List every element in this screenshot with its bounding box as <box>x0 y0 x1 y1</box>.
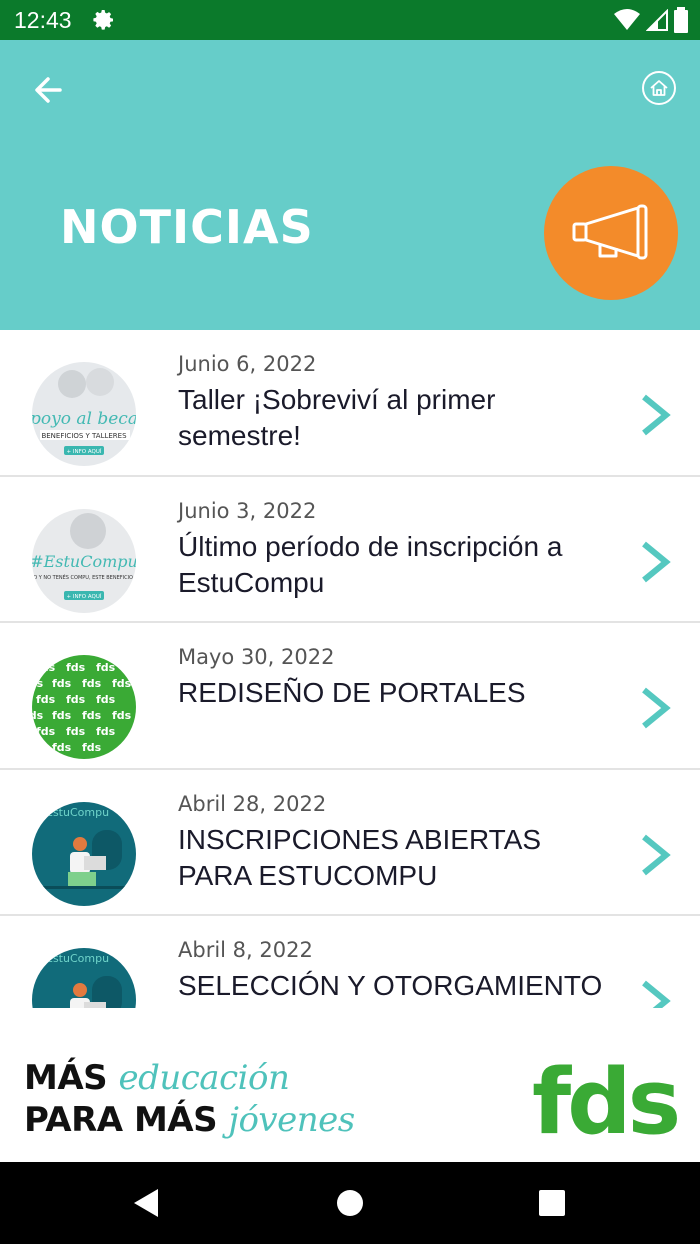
thumb-text: #EstuCompu <box>32 552 136 571</box>
news-thumbnail: EstuCompu <box>32 948 136 1008</box>
svg-text:fds: fds <box>82 741 102 754</box>
svg-text:fds: fds <box>112 709 132 722</box>
thumb-text: fds <box>36 661 56 674</box>
chevron-right-icon[interactable] <box>638 392 674 438</box>
header: NOTICIAS <box>0 40 700 330</box>
thumb-text: EstuCompu <box>46 806 109 819</box>
megaphone-badge <box>544 166 678 300</box>
fds-logo: fds <box>532 1050 681 1155</box>
slogan-line-1: MÁS educación <box>24 1058 290 1098</box>
svg-text:fds: fds <box>52 677 72 690</box>
svg-text:fds: fds <box>32 677 44 690</box>
svg-text:fds: fds <box>96 693 116 706</box>
news-date: Junio 3, 2022 <box>178 498 317 523</box>
news-title: REDISEÑO DE PORTALES <box>178 677 526 708</box>
svg-text:fds: fds <box>66 661 86 674</box>
slogan-bold: MÁS <box>24 1058 108 1098</box>
chevron-right-icon[interactable] <box>638 832 674 878</box>
news-thumbnail: poyo al beca BENEFICIOS Y TALLERES + INF… <box>32 362 136 466</box>
svg-text:fds: fds <box>96 661 116 674</box>
news-date: Abril 8, 2022 <box>178 938 313 962</box>
thumb-text: EstuCompu <box>46 952 109 965</box>
page-title: NOTICIAS <box>60 200 314 254</box>
news-date: Mayo 30, 2022 <box>178 645 335 669</box>
home-icon[interactable] <box>641 70 677 106</box>
thumb-button-text: + INFO AQUÍ <box>67 448 102 455</box>
news-date: Junio 6, 2022 <box>178 352 317 376</box>
news-item[interactable]: fds fds fds fds fds fds fds fds fds fds … <box>0 623 700 770</box>
slogan-bold: PARA MÁS <box>24 1100 218 1140</box>
slogan-accent: jóvenes <box>228 1100 355 1140</box>
thumb-button-text: + INFO AQUÍ <box>67 593 102 600</box>
svg-text:fds: fds <box>82 677 102 690</box>
thumb-subtext: BENEFICIOS Y TALLERES <box>41 432 127 440</box>
news-item[interactable]: EstuCompu Abril 28, 2022 INSCRIPCIONES A… <box>0 770 700 916</box>
news-list: poyo al beca BENEFICIOS Y TALLERES + INF… <box>0 330 700 1008</box>
chevron-right-icon[interactable] <box>638 978 674 1008</box>
news-thumbnail: fds fds fds fds fds fds fds fds fds fds … <box>32 655 136 759</box>
svg-text:fds: fds <box>66 693 86 706</box>
status-bar: 12:43 <box>0 0 700 40</box>
news-date: Abril 28, 2022 <box>178 791 327 816</box>
svg-text:fds: fds <box>66 725 86 738</box>
svg-text:fds: fds <box>32 709 44 722</box>
signal-icon <box>646 9 668 31</box>
svg-text:fds: fds <box>52 741 72 754</box>
svg-text:fds: fds <box>52 709 72 722</box>
nav-home-icon[interactable] <box>337 1190 363 1216</box>
news-item[interactable]: #EstuCompu SI SOS BECARIO Y NO TENÉS COM… <box>0 477 700 623</box>
slogan-accent: educación <box>118 1058 290 1098</box>
news-thumbnail: #EstuCompu SI SOS BECARIO Y NO TENÉS COM… <box>32 508 136 613</box>
svg-text:fds: fds <box>36 725 56 738</box>
nav-recents-icon[interactable] <box>539 1190 565 1216</box>
svg-text:fds: fds <box>82 709 102 722</box>
system-nav-bar <box>0 1162 700 1244</box>
chevron-right-icon[interactable] <box>638 685 674 731</box>
settings-gear-icon <box>93 10 113 30</box>
back-arrow-icon[interactable] <box>28 70 68 110</box>
news-title: Último período de inscripción a EstuComp… <box>178 530 563 598</box>
news-item[interactable]: EstuCompu Abril 8, 2022 SELECCIÓN Y OTOR… <box>0 916 700 1008</box>
chevron-right-icon[interactable] <box>638 539 674 585</box>
news-title: SELECCIÓN Y OTORGAMIENTO <box>178 970 603 1001</box>
thumb-subtext: SI SOS BECARIO Y NO TENÉS COMPU, ESTE BE… <box>32 573 136 581</box>
slogan-line-2: PARA MÁS jóvenes <box>24 1100 355 1140</box>
wifi-icon <box>614 9 640 30</box>
news-title: Taller ¡Sobreviví al primer semestre! <box>178 384 496 451</box>
news-title: INSCRIPCIONES ABIERTAS PARA ESTUCOMPU <box>178 823 542 891</box>
status-time: 12:43 <box>14 7 72 33</box>
megaphone-icon <box>572 204 648 260</box>
svg-text:fds: fds <box>96 725 116 738</box>
news-item[interactable]: poyo al beca BENEFICIOS Y TALLERES + INF… <box>0 330 700 477</box>
nav-back-icon[interactable] <box>132 1188 160 1218</box>
thumb-text: poyo al beca <box>32 409 136 429</box>
news-thumbnail: EstuCompu <box>32 801 136 906</box>
footer-banner: MÁS educación PARA MÁS jóvenes fds <box>0 1008 700 1162</box>
battery-icon <box>674 7 688 33</box>
svg-text:fds: fds <box>36 693 56 706</box>
svg-text:fds: fds <box>112 677 132 690</box>
